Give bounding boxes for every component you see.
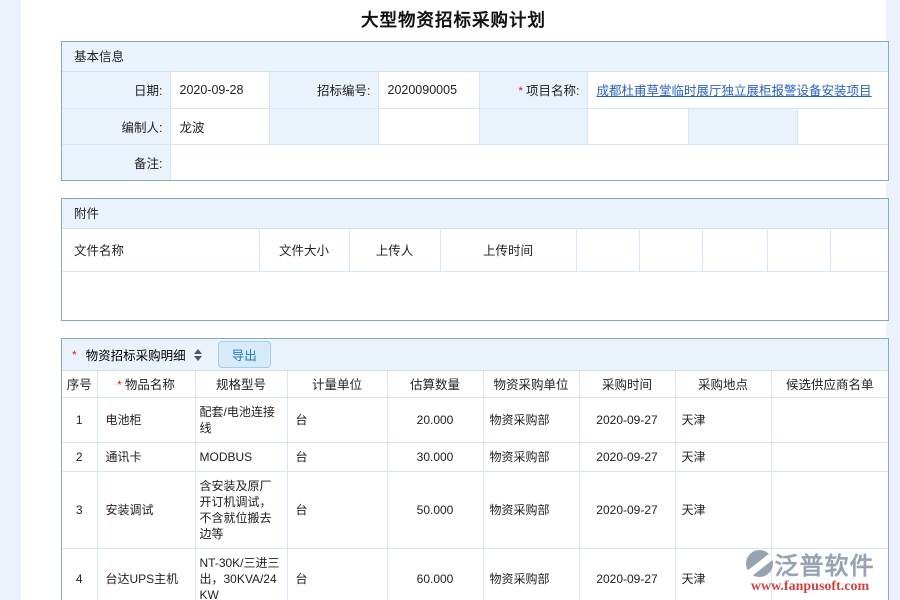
attachments-section: 附件 文件名称文件大小上传人上传时间 [61, 198, 889, 321]
table-cell: 配套/电池连接线 [195, 397, 287, 442]
attachments-column-header: 上传人 [349, 229, 440, 271]
required-asterisk: * [72, 348, 77, 362]
details-column-header: 采购地点 [675, 371, 771, 397]
table-cell: 2020-09-27 [579, 548, 675, 600]
table-cell: 2 [62, 442, 97, 471]
table-cell: 电池柜 [97, 397, 195, 442]
attachments-column-header: 上传时间 [440, 229, 576, 271]
table-cell: 20.000 [387, 397, 483, 442]
table-cell: 2020-09-27 [579, 471, 675, 548]
table-cell: 1 [62, 397, 97, 442]
details-column-header: *物品名称 [97, 371, 195, 397]
basic-info-grid: 日期: 2020-09-28 招标编号: 2020090005 *项目名称: 成… [62, 72, 888, 180]
attachments-empty-column [767, 229, 830, 271]
remark-value [170, 144, 888, 180]
table-cell: 通讯卡 [97, 442, 195, 471]
details-column-header: 采购时间 [579, 371, 675, 397]
details-column-header: 估算数量 [387, 371, 483, 397]
required-asterisk: * [117, 378, 122, 392]
table-cell: 2020-09-27 [579, 442, 675, 471]
table-cell: 3 [62, 471, 97, 548]
remark-label: 备注: [62, 144, 170, 180]
empty-value-cell [587, 108, 688, 144]
attachments-column-header: 文件名称 [62, 229, 259, 271]
table-cell: 台 [287, 548, 387, 600]
table-row[interactable]: 2通讯卡MODBUS台30.000物资采购部2020-09-27天津 [62, 442, 888, 471]
table-cell: 60.000 [387, 548, 483, 600]
details-column-header: 物资采购单位 [483, 371, 579, 397]
project-name-label: *项目名称: [479, 72, 587, 108]
table-row[interactable]: 1电池柜配套/电池连接线台20.000物资采购部2020-09-27天津 [62, 397, 888, 442]
table-cell: 台达UPS主机 [97, 548, 195, 600]
creator-value: 龙波 [170, 108, 269, 144]
fanpu-logo-icon [746, 550, 773, 577]
table-cell: 安装调试 [97, 471, 195, 548]
date-value: 2020-09-28 [170, 72, 269, 108]
required-asterisk: * [518, 84, 523, 98]
bid-no-label: 招标编号: [269, 72, 378, 108]
table-cell: 物资采购部 [483, 397, 579, 442]
attachments-empty-column [639, 229, 702, 271]
attachments-column-header: 文件大小 [259, 229, 349, 271]
empty-label-cell [479, 108, 587, 144]
table-cell [771, 442, 888, 471]
basic-info-row-3: 备注: [62, 144, 888, 180]
attachments-empty-column [576, 229, 639, 271]
table-cell: 30.000 [387, 442, 483, 471]
table-cell: MODBUS [195, 442, 287, 471]
attachments-empty-column [702, 229, 767, 271]
page-title: 大型物资招标采购计划 [21, 7, 886, 32]
details-section-title: 物资招标采购明细 [86, 345, 186, 364]
attachments-empty-area [62, 272, 888, 321]
watermark-url: www.fanpusoft.com [743, 579, 877, 595]
table-cell [771, 397, 888, 442]
details-column-header: 计量单位 [287, 371, 387, 397]
basic-info-row-2: 编制人: 龙波 [62, 108, 888, 144]
table-cell: 2020-09-27 [579, 397, 675, 442]
table-cell: 物资采购部 [483, 548, 579, 600]
watermark-brand: 泛普软件 [775, 546, 875, 581]
table-cell: 天津 [675, 397, 771, 442]
table-cell: 含安装及原厂开订机调试，不含就位搬去边等 [195, 471, 287, 548]
empty-label-cell [688, 108, 797, 144]
creator-label: 编制人: [62, 108, 170, 144]
details-column-header: 规格型号 [195, 371, 287, 397]
table-cell: 4 [62, 548, 97, 600]
table-cell: 物资采购部 [483, 442, 579, 471]
table-cell: 物资采购部 [483, 471, 579, 548]
details-column-header: 候选供应商名单 [771, 371, 888, 397]
table-cell: NT-30K/三进三出，30KVA/24KW [195, 548, 287, 600]
basic-info-section-title: 基本信息 [62, 42, 888, 72]
sort-toggle-icon[interactable] [194, 349, 202, 361]
empty-value-cell [378, 108, 479, 144]
table-cell [771, 471, 888, 548]
watermark: 泛普软件 www.fanpusoft.com [743, 546, 877, 595]
details-section-header: * 物资招标采购明细 导出 [62, 339, 888, 371]
date-label: 日期: [62, 72, 170, 108]
page: 大型物资招标采购计划 基本信息 日期: 2020-09-28 招标编号: 202… [0, 0, 900, 600]
basic-info-section: 基本信息 日期: 2020-09-28 招标编号: 2020090005 *项目… [61, 41, 889, 181]
empty-label-cell [269, 108, 378, 144]
attachments-section-title: 附件 [62, 199, 888, 229]
attachments-header-row: 文件名称文件大小上传人上传时间 [62, 229, 888, 271]
bid-no-value: 2020090005 [378, 72, 479, 108]
table-cell: 天津 [675, 442, 771, 471]
basic-info-row-1: 日期: 2020-09-28 招标编号: 2020090005 *项目名称: 成… [62, 72, 888, 108]
table-cell: 50.000 [387, 471, 483, 548]
details-header-row: 序号*物品名称规格型号计量单位估算数量物资采购单位采购时间采购地点候选供应商名单 [62, 371, 888, 397]
project-name-link[interactable]: 成都杜甫草堂临时展厅独立展柜报警设备安装项目 [597, 84, 872, 98]
project-name-cell: 成都杜甫草堂临时展厅独立展柜报警设备安装项目 [587, 72, 888, 108]
attachments-empty-column [830, 229, 888, 271]
attachments-table: 文件名称文件大小上传人上传时间 [62, 229, 888, 272]
table-cell: 台 [287, 442, 387, 471]
export-button[interactable]: 导出 [218, 341, 271, 368]
table-cell: 天津 [675, 471, 771, 548]
content-panel: 大型物资招标采购计划 基本信息 日期: 2020-09-28 招标编号: 202… [21, 0, 886, 600]
table-row[interactable]: 3安装调试含安装及原厂开订机调试，不含就位搬去边等台50.000物资采购部202… [62, 471, 888, 548]
empty-value-cell [797, 108, 888, 144]
table-cell: 台 [287, 397, 387, 442]
details-column-header: 序号 [62, 371, 97, 397]
table-cell: 台 [287, 471, 387, 548]
